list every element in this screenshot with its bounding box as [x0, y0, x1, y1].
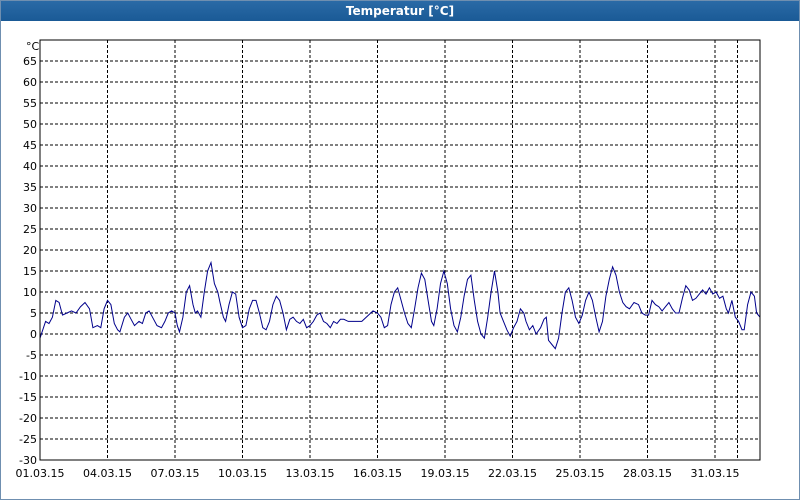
x-tick-label: 13.03.15: [286, 467, 335, 480]
y-tick-label: 65: [23, 55, 37, 68]
y-tick-label: 55: [23, 97, 37, 110]
y-tick-label: 10: [23, 286, 37, 299]
x-tick-label: 28.03.15: [623, 467, 672, 480]
x-tick-label: 31.03.15: [691, 467, 740, 480]
y-tick-label: 45: [23, 139, 37, 152]
x-tick-label: 10.03.15: [218, 467, 267, 480]
x-tick-label: 16.03.15: [353, 467, 402, 480]
y-unit-label: °C: [26, 40, 40, 53]
y-tick-label: 50: [23, 118, 37, 131]
x-tick-label: 01.03.15: [16, 467, 65, 480]
y-tick-label: -25: [19, 433, 37, 446]
y-axis-ticks: 65605550454035302520151050-5-10-15-20-25…: [19, 55, 37, 467]
y-tick-label: 0: [30, 328, 37, 341]
y-tick-label: 60: [23, 76, 37, 89]
x-tick-label: 25.03.15: [556, 467, 605, 480]
temperature-chart: 65605550454035302520151050-5-10-15-20-25…: [16, 39, 761, 480]
y-tick-label: 25: [23, 223, 37, 236]
y-tick-label: 30: [23, 202, 37, 215]
grid: [40, 40, 760, 460]
x-tick-label: 07.03.15: [151, 467, 200, 480]
y-tick-label: 20: [23, 244, 37, 257]
x-axis-ticks: 01.03.15 04.03.15 07.03.15 10.03.15 13.03.15…: [16, 467, 740, 480]
x-tick-label: 19.03.15: [421, 467, 470, 480]
y-tick-label: 35: [23, 181, 37, 194]
y-tick-label: 5: [30, 307, 37, 320]
y-tick-label: 15: [23, 265, 37, 278]
y-tick-label: -15: [19, 391, 37, 404]
x-tick-label: 04.03.15: [83, 467, 132, 480]
y-tick-label: -10: [19, 370, 37, 383]
y-tick-label: -30: [19, 454, 37, 467]
x-tick-label: 22.03.15: [488, 467, 537, 480]
y-tick-label: 40: [23, 160, 37, 173]
y-tick-label: -20: [19, 412, 37, 425]
y-tick-label: -5: [26, 349, 37, 362]
